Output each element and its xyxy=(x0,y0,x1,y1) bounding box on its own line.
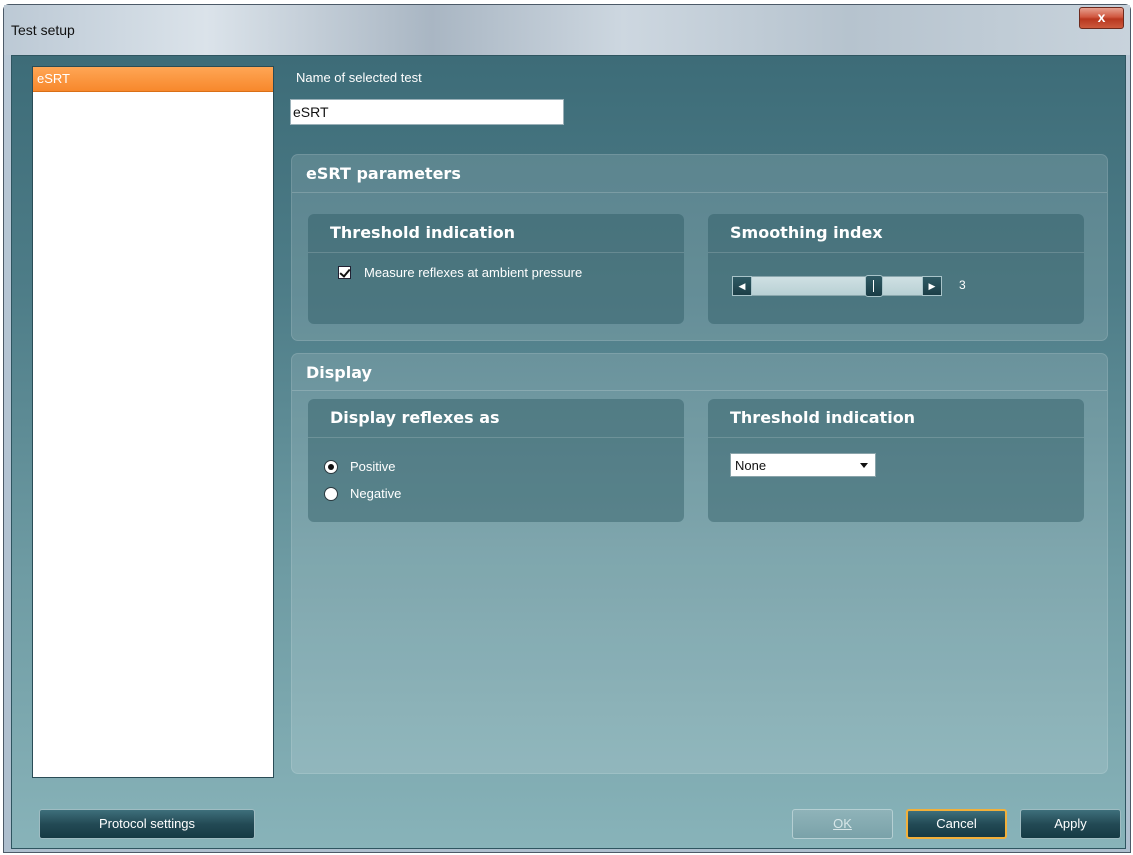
threshold-indication-panel: Threshold indication Measure reflexes at… xyxy=(308,214,684,324)
display-threshold-indication-title: Threshold indication xyxy=(730,408,916,427)
panel-divider xyxy=(708,437,1084,438)
ambient-pressure-label[interactable]: Measure reflexes at ambient pressure xyxy=(364,265,582,280)
ok-button[interactable]: OK xyxy=(792,809,893,839)
test-setup-window: Test setup x eSRT Name of selected test … xyxy=(3,4,1131,853)
dialog-client-area: eSRT Name of selected test eSRT eSRT par… xyxy=(11,55,1126,849)
display-title: Display xyxy=(306,363,372,382)
esrt-parameters-group: eSRT parameters Threshold indication Mea… xyxy=(291,154,1108,341)
panel-divider xyxy=(708,252,1084,253)
group-divider xyxy=(292,192,1107,193)
slider-left-arrow-icon[interactable]: ◀ xyxy=(732,276,752,296)
window-title: Test setup xyxy=(11,22,75,38)
esrt-parameters-title: eSRT parameters xyxy=(306,164,461,183)
close-button[interactable]: x xyxy=(1079,7,1124,29)
threshold-indication-title: Threshold indication xyxy=(330,223,516,242)
threshold-indication-dropdown[interactable]: None xyxy=(730,453,876,477)
smoothing-index-title: Smoothing index xyxy=(730,223,883,242)
protocol-settings-button[interactable]: Protocol settings xyxy=(39,809,255,839)
chevron-down-icon[interactable] xyxy=(860,463,868,468)
slider-right-arrow-icon[interactable]: ▶ xyxy=(922,276,942,296)
panel-divider xyxy=(308,437,684,438)
name-of-selected-test-label: Name of selected test xyxy=(296,70,422,85)
dropdown-selected-value: None xyxy=(735,458,767,473)
ambient-pressure-checkbox[interactable] xyxy=(338,266,351,279)
display-reflexes-as-title: Display reflexes as xyxy=(330,408,500,427)
display-threshold-indication-panel: Threshold indication None xyxy=(708,399,1084,522)
test-name-input[interactable]: eSRT xyxy=(290,99,564,125)
smoothing-index-value: 3 xyxy=(959,278,966,292)
group-divider xyxy=(292,390,1107,391)
smoothing-index-panel: Smoothing index ◀ ▶ 3 xyxy=(708,214,1084,324)
slider-thumb[interactable] xyxy=(865,275,883,297)
smoothing-index-slider[interactable] xyxy=(732,276,942,296)
display-reflexes-as-panel: Display reflexes as Positive Negative xyxy=(308,399,684,522)
positive-label[interactable]: Positive xyxy=(350,459,396,474)
title-bar[interactable]: Test setup x xyxy=(4,5,1130,55)
negative-label[interactable]: Negative xyxy=(350,486,401,501)
apply-button[interactable]: Apply xyxy=(1020,809,1121,839)
list-item-esrt[interactable]: eSRT xyxy=(33,67,273,92)
test-list[interactable]: eSRT xyxy=(32,66,274,778)
display-group: Display Display reflexes as Positive Neg… xyxy=(291,353,1108,774)
negative-radio[interactable] xyxy=(324,487,338,501)
panel-divider xyxy=(308,252,684,253)
positive-radio[interactable] xyxy=(324,460,338,474)
cancel-button[interactable]: Cancel xyxy=(906,809,1007,839)
